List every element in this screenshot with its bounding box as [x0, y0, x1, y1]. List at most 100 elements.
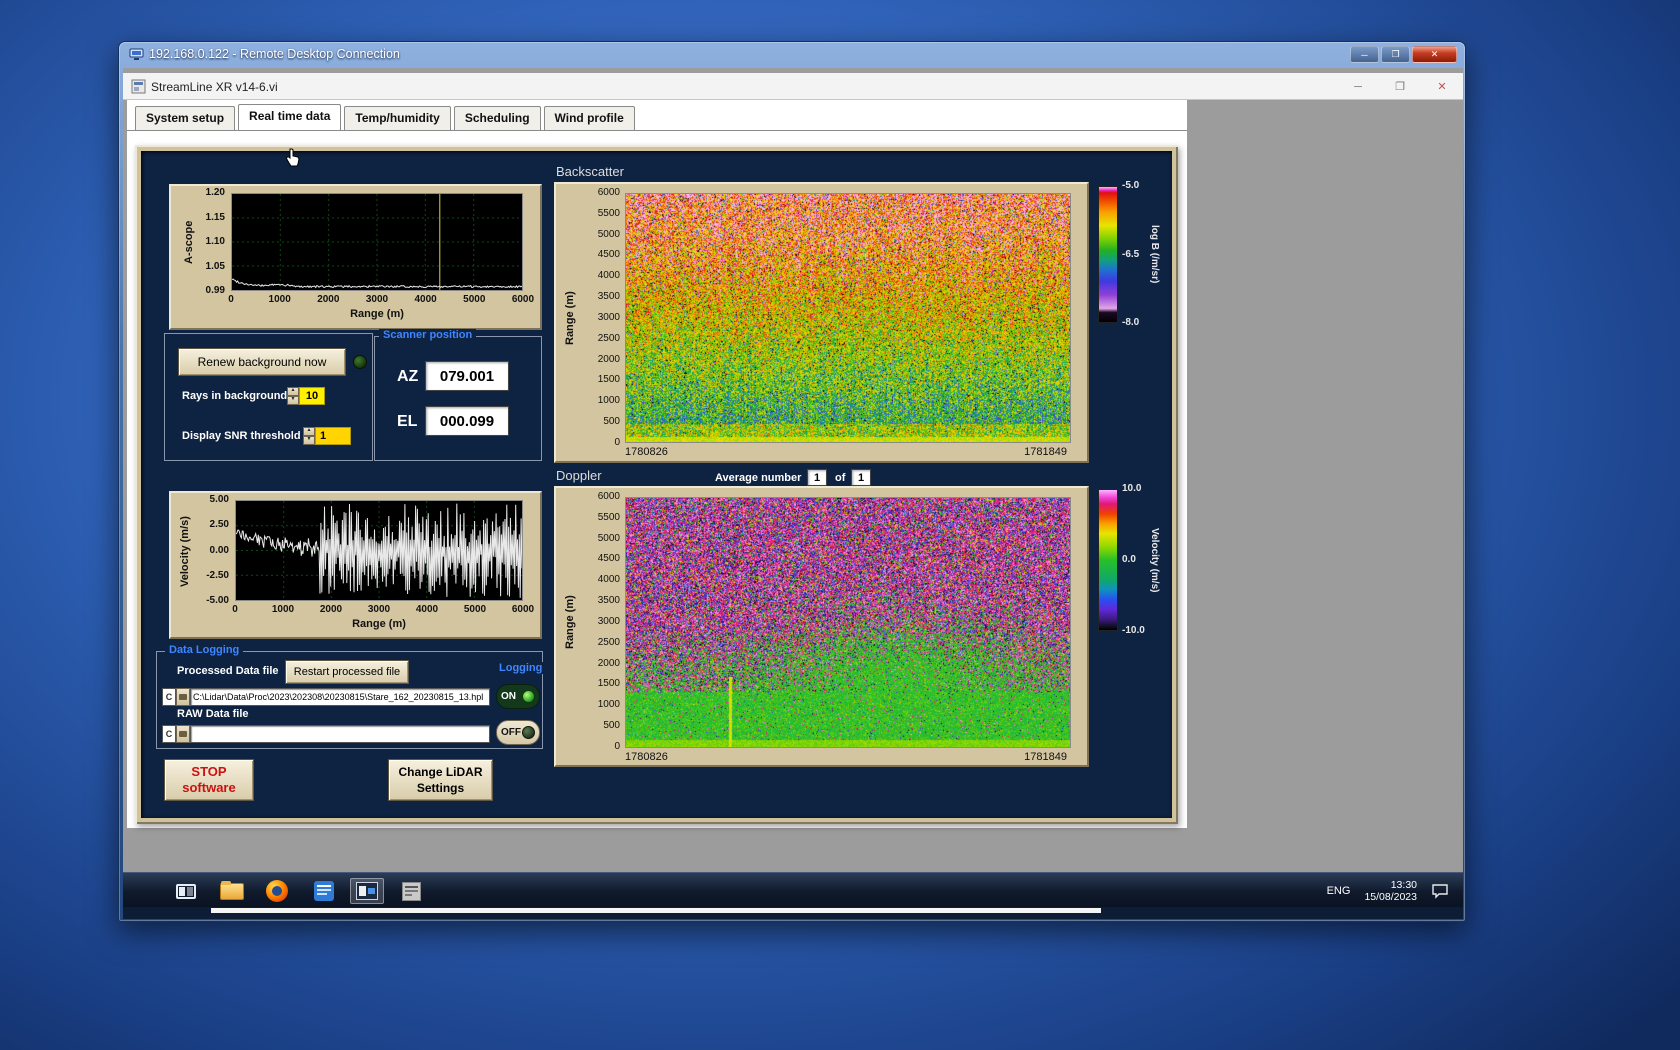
rays-value-input[interactable]: 10	[299, 387, 325, 405]
velocity-graph: Velocity (m/s) 5.00 2.50 0.00 -2.50 -5.00 01…	[169, 491, 542, 639]
scheduler-app-icon[interactable]	[394, 878, 428, 904]
app-close-button[interactable]: ✕	[1427, 78, 1457, 95]
doppler-y-ticks: 6000 5500 5000 4500 4000 3500 3000 2500 2000 1500…	[582, 491, 620, 753]
rdp-window: 192.168.0.122 - Remote Desktop Connectio…	[118, 41, 1466, 922]
app-window-title: StreamLine XR v14-6.vi	[151, 80, 278, 94]
tick-label: 500	[603, 720, 620, 732]
raw-browse-icon[interactable]	[176, 725, 190, 743]
tick-label: 2500	[597, 332, 620, 344]
rays-increment-icon[interactable]: ▲	[287, 387, 299, 396]
raw-logging-toggle[interactable]: OFF	[496, 720, 540, 745]
raw-data-file-label: RAW Data file	[177, 708, 249, 720]
backscatter-x-start: 1780826	[625, 446, 668, 458]
tick-label: 6000	[597, 187, 620, 198]
processed-path-text: C:\Lidar\Data\Proc\2023\202308\20230815\…	[193, 692, 484, 702]
processed-logging-toggle[interactable]: ON	[496, 684, 540, 709]
tab-wind-profile[interactable]: Wind profile	[543, 106, 635, 130]
el-value: 000.099	[439, 412, 495, 430]
doppler-colorbar-label: Velocity (m/s)	[1149, 527, 1160, 593]
ascope-x-axis-label: Range (m)	[350, 308, 404, 320]
processed-drive-box[interactable]: C	[162, 688, 176, 706]
raw-path-field[interactable]	[190, 725, 490, 743]
raw-drive-box[interactable]: C	[162, 725, 176, 743]
backscatter-colorbar	[1098, 186, 1118, 323]
ascope-y-ticks: 1.20 1.15 1.10 1.05 0.99	[195, 187, 225, 297]
tick-label: 500	[603, 416, 620, 428]
tab-real-time-data[interactable]: Real time data	[238, 104, 342, 130]
language-indicator[interactable]: ENG	[1327, 885, 1351, 897]
processed-path-field[interactable]: C:\Lidar\Data\Proc\2023\202308\20230815\…	[190, 688, 490, 706]
tab-system-setup[interactable]: System setup	[135, 106, 236, 130]
streamline-app-icon[interactable]	[350, 878, 384, 904]
rays-decrement-icon[interactable]: ▼	[287, 396, 299, 405]
rdp-maximize-button[interactable]: ❐	[1381, 46, 1410, 63]
tick-label: 0	[228, 294, 234, 305]
tab-temp-humidity[interactable]: Temp/humidity	[344, 106, 451, 130]
background-led-indicator	[353, 355, 367, 369]
logging-label: Logging	[495, 662, 547, 674]
rdp-close-button[interactable]: ✕	[1412, 46, 1457, 63]
stop-line2: software	[182, 780, 236, 795]
rays-in-background-label: Rays in background	[182, 390, 288, 402]
mouse-cursor-hand-icon	[285, 148, 300, 167]
tick-label: 4000	[597, 270, 620, 282]
change-lidar-settings-button[interactable]: Change LiDAR Settings	[388, 759, 493, 801]
tick-label: 4000	[415, 604, 439, 615]
app-minimize-button[interactable]: ─	[1343, 78, 1373, 95]
tick-label: 2000	[597, 353, 620, 365]
renew-background-label: Renew background now	[197, 355, 327, 369]
notification-center-icon[interactable]	[1431, 883, 1449, 899]
rdp-window-title: 192.168.0.122 - Remote Desktop Connectio…	[149, 47, 400, 61]
tick-label: 3000	[597, 311, 620, 323]
average-number-input[interactable]: 1	[807, 469, 827, 486]
task-view-icon[interactable]	[169, 878, 203, 904]
rdp-minimize-button[interactable]: ─	[1350, 46, 1379, 63]
snr-spinner[interactable]: ▲ ▼	[303, 427, 315, 445]
app-titlebar[interactable]: StreamLine XR v14-6.vi ─ ❐ ✕	[123, 73, 1463, 100]
stop-software-button[interactable]: STOP software	[164, 759, 254, 801]
snr-value-input[interactable]: 1	[315, 427, 351, 445]
rdp-icon	[129, 48, 144, 60]
tick-label: 5.00	[209, 494, 229, 505]
tick-label: 3500	[597, 595, 620, 607]
snr-decrement-icon[interactable]: ▼	[303, 436, 315, 445]
tick-label: 5000	[463, 604, 487, 615]
snr-increment-icon[interactable]: ▲	[303, 427, 315, 436]
window-bottom-band	[123, 907, 1463, 919]
tick-label: 3500	[597, 291, 620, 303]
backscatter-graph: Range (m) 6000 5500 5000 4500 4000 3500 3000 25…	[554, 182, 1089, 463]
firefox-icon[interactable]	[260, 878, 294, 904]
rays-spinner[interactable]: ▲ ▼	[287, 387, 299, 405]
file-explorer-icon[interactable]	[215, 878, 249, 904]
snr-threshold-label: Display SNR threshold	[182, 430, 301, 442]
main-panel: A-scope 1.20 1.15 1.10 1.05 0.99 0 1000 2000 30…	[135, 145, 1178, 824]
tick-label: 1000	[597, 395, 620, 407]
tab-scheduling[interactable]: Scheduling	[453, 106, 541, 130]
average-of-input[interactable]: 1	[851, 469, 871, 486]
app-restore-button[interactable]: ❐	[1385, 78, 1415, 95]
logging-off-label: OFF	[501, 727, 521, 738]
tick-label: -2.50	[206, 569, 229, 581]
doppler-title: Doppler	[556, 468, 602, 483]
tick-label: 3000	[365, 294, 389, 305]
backscatter-y-ticks: 6000 5500 5000 4500 4000 3500 3000 2500 2000 1500…	[582, 187, 620, 449]
restart-processed-file-button[interactable]: Restart processed file	[285, 660, 409, 684]
change-line2: Settings	[416, 781, 465, 795]
tick-label: 6000	[597, 491, 620, 502]
tick-label: 0.00	[209, 544, 229, 556]
restart-processed-file-label: Restart processed file	[293, 666, 401, 678]
tick-label: 2000	[317, 294, 340, 305]
rdp-titlebar[interactable]: 192.168.0.122 - Remote Desktop Connectio…	[119, 42, 1465, 68]
processed-browse-icon[interactable]	[176, 688, 190, 706]
tick-label: 5500	[597, 511, 620, 523]
tick-label: 1000	[597, 699, 620, 711]
document-app-icon[interactable]	[307, 878, 341, 904]
tick-label: 3000	[367, 604, 391, 615]
taskbar-clock[interactable]: 13:30 15/08/2023	[1364, 879, 1417, 903]
renew-background-button[interactable]: Renew background now	[178, 348, 346, 376]
tick-label: 0	[614, 436, 620, 448]
tab-bar: System setup Real time data Temp/humidity S…	[135, 104, 638, 130]
tick-label: 1.05	[205, 260, 225, 272]
tick-label: 4500	[597, 249, 620, 261]
az-value-readout: 079.001	[425, 361, 509, 391]
